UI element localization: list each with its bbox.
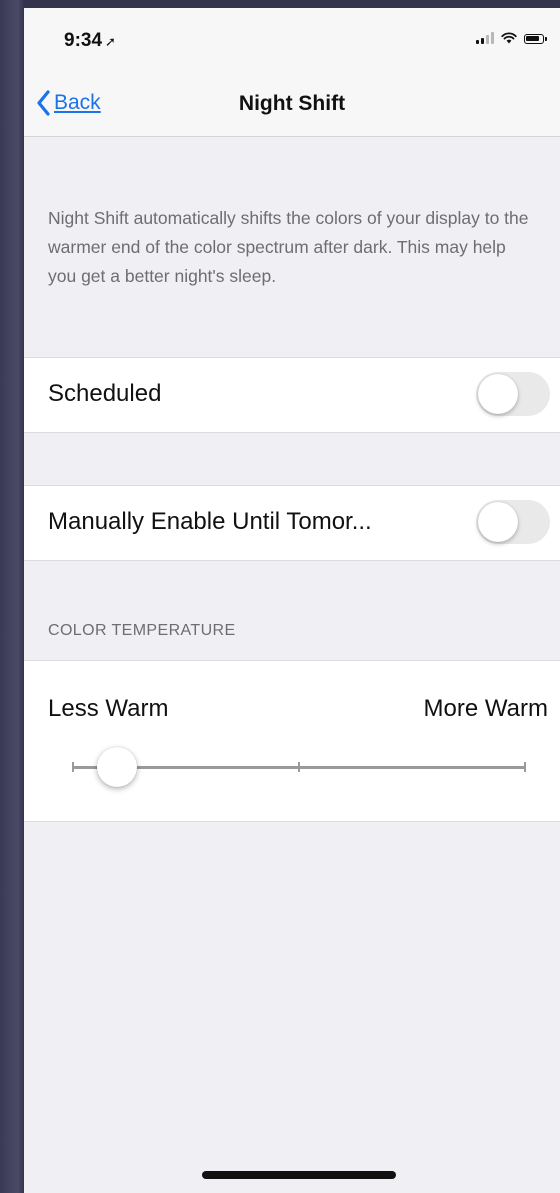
color-temperature-header: COLOR TEMPERATURE [48,622,236,639]
scheduled-toggle-knob [478,374,518,414]
phone-screen: 9:34 ➚ Back Night Shift Night Shift auto… [24,8,560,1193]
manual-enable-toggle-knob [478,502,518,542]
wifi-icon [501,32,517,44]
slider-tick-start [72,762,74,772]
manual-enable-toggle[interactable] [476,500,550,544]
battery-icon [524,34,547,44]
home-indicator[interactable] [202,1171,396,1179]
status-time: 9:34 ➚ [64,30,116,52]
page-title: Night Shift [238,92,346,115]
less-warm-label: Less Warm [48,695,169,722]
scheduled-toggle[interactable] [476,372,550,416]
status-bar: 9:34 ➚ [24,8,560,70]
more-warm-label: More Warm [423,695,548,722]
color-temperature-slider[interactable] [72,747,526,787]
navigation-bar: Back Night Shift [24,70,560,137]
slider-thumb[interactable] [97,747,138,787]
status-time-text: 9:34 [64,30,103,51]
scheduled-row[interactable]: Scheduled [24,357,560,433]
scheduled-label: Scheduled [48,380,162,407]
location-arrow-icon: ➚ [105,34,116,49]
signal-icon [476,32,494,44]
slider-tick-end [524,762,526,772]
color-temperature-cell: Less Warm More Warm [24,660,560,822]
slider-tick-middle [298,762,300,772]
status-icons [476,32,547,44]
manual-enable-row[interactable]: Manually Enable Until Tomor... [24,485,560,561]
manual-enable-label: Manually Enable Until Tomor... [48,508,372,535]
night-shift-description: Night Shift automatically shifts the col… [48,208,529,286]
